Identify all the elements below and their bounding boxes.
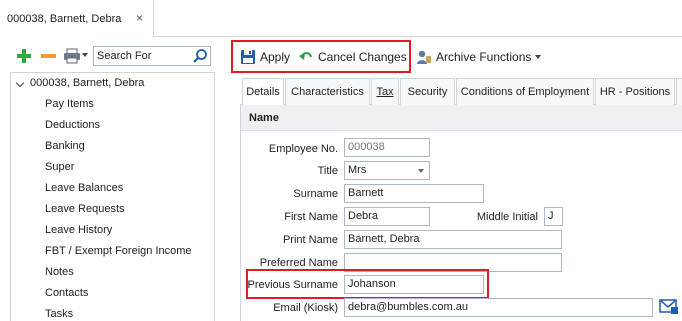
tree-item-leave-history[interactable]: Leave History xyxy=(45,220,112,240)
email-icon[interactable] xyxy=(659,298,679,316)
user-icon xyxy=(417,50,431,64)
tree-item-leave-requests[interactable]: Leave Requests xyxy=(45,199,125,219)
left-toolbar xyxy=(0,40,215,72)
tab-hr-positions[interactable]: HR - Positions xyxy=(595,78,675,105)
tab-overflow[interactable] xyxy=(676,78,682,105)
title-select[interactable]: Mrs xyxy=(344,161,430,180)
middle-initial-field[interactable]: J xyxy=(544,207,563,226)
tree-item-pay-items[interactable]: Pay Items xyxy=(45,94,94,114)
tab-characteristics[interactable]: Characteristics xyxy=(285,78,370,105)
save-icon xyxy=(241,50,255,64)
preferred-name-label: Preferred Name xyxy=(259,257,338,269)
tree-item-super[interactable]: Super xyxy=(45,157,74,177)
minus-icon[interactable] xyxy=(40,48,56,64)
surname-field[interactable]: Barnett xyxy=(344,184,484,203)
employee-no-label: Employee No. xyxy=(268,143,338,155)
search-icon[interactable] xyxy=(192,48,208,64)
print-name-field[interactable]: Barnett, Debra xyxy=(344,230,562,249)
section-title: Name xyxy=(249,112,279,124)
plus-icon[interactable] xyxy=(16,48,32,64)
tab-tax-label: Tax xyxy=(376,86,394,98)
tree-root-label: 000038, Barnett, Debra xyxy=(30,77,145,89)
chevron-down-icon[interactable] xyxy=(82,53,88,57)
tab-conditions-of-employment[interactable]: Conditions of Employment xyxy=(456,78,594,105)
title-label: Title xyxy=(317,165,338,177)
first-name-label: First Name xyxy=(284,211,338,223)
tree-item-tasks[interactable]: Tasks xyxy=(45,304,73,321)
section-header: Name xyxy=(241,105,682,131)
archive-functions-label: Archive Functions xyxy=(436,50,532,64)
apply-label: Apply xyxy=(260,50,291,64)
tree-item-deductions[interactable]: Deductions xyxy=(45,115,100,135)
chevron-down-icon xyxy=(535,55,542,59)
document-tab[interactable]: 000038, Barnett, Debra × xyxy=(0,0,154,37)
chevron-down-icon xyxy=(418,169,424,173)
tab-security[interactable]: Security xyxy=(400,78,455,105)
previous-surname-field[interactable]: Johanson xyxy=(344,275,484,294)
chevron-down-icon[interactable] xyxy=(15,78,25,88)
search-input[interactable] xyxy=(94,47,189,65)
archive-functions-button[interactable]: Archive Functions xyxy=(416,47,542,67)
form-tabs: Details Characteristics Tax Security Con… xyxy=(240,78,682,106)
cancel-changes-label: Cancel Changes xyxy=(318,50,407,64)
tab-details[interactable]: Details xyxy=(242,78,284,106)
undo-icon xyxy=(299,52,312,60)
previous-surname-label: Previous Surname xyxy=(247,279,339,291)
print-name-label: Print Name xyxy=(282,234,338,246)
document-tabstrip: 000038, Barnett, Debra × xyxy=(0,0,682,37)
tree-item-notes[interactable]: Notes xyxy=(45,262,74,282)
middle-initial-label: Middle Initial xyxy=(476,211,538,223)
surname-label: Surname xyxy=(293,188,338,200)
title-value: Mrs xyxy=(348,164,367,176)
tree-item-contacts[interactable]: Contacts xyxy=(45,283,88,303)
cancel-changes-button[interactable]: Cancel Changes xyxy=(298,47,407,67)
apply-button[interactable]: Apply xyxy=(240,47,290,67)
close-icon[interactable]: × xyxy=(136,11,143,25)
tree-root-employee[interactable]: 000038, Barnett, Debra xyxy=(11,73,214,95)
tree-item-banking[interactable]: Banking xyxy=(45,136,85,156)
first-name-field[interactable]: Debra xyxy=(344,207,430,226)
tree-item-fbt-exempt-foreign-income[interactable]: FBT / Exempt Foreign Income xyxy=(45,241,192,261)
tree-item-leave-balances[interactable]: Leave Balances xyxy=(45,178,123,198)
search-box xyxy=(93,46,211,66)
employee-no-field: 000038 xyxy=(344,138,430,157)
navigation-tree: 000038, Barnett, Debra Pay Items Deducti… xyxy=(10,72,215,321)
document-tab-label: 000038, Barnett, Debra xyxy=(7,12,122,25)
email-kiosk-label: Email (Kiosk) xyxy=(273,302,338,314)
email-kiosk-field[interactable]: debra@bumbles.com.au xyxy=(344,298,653,317)
printer-icon[interactable] xyxy=(63,48,81,64)
tab-tax[interactable]: Tax xyxy=(371,78,399,105)
